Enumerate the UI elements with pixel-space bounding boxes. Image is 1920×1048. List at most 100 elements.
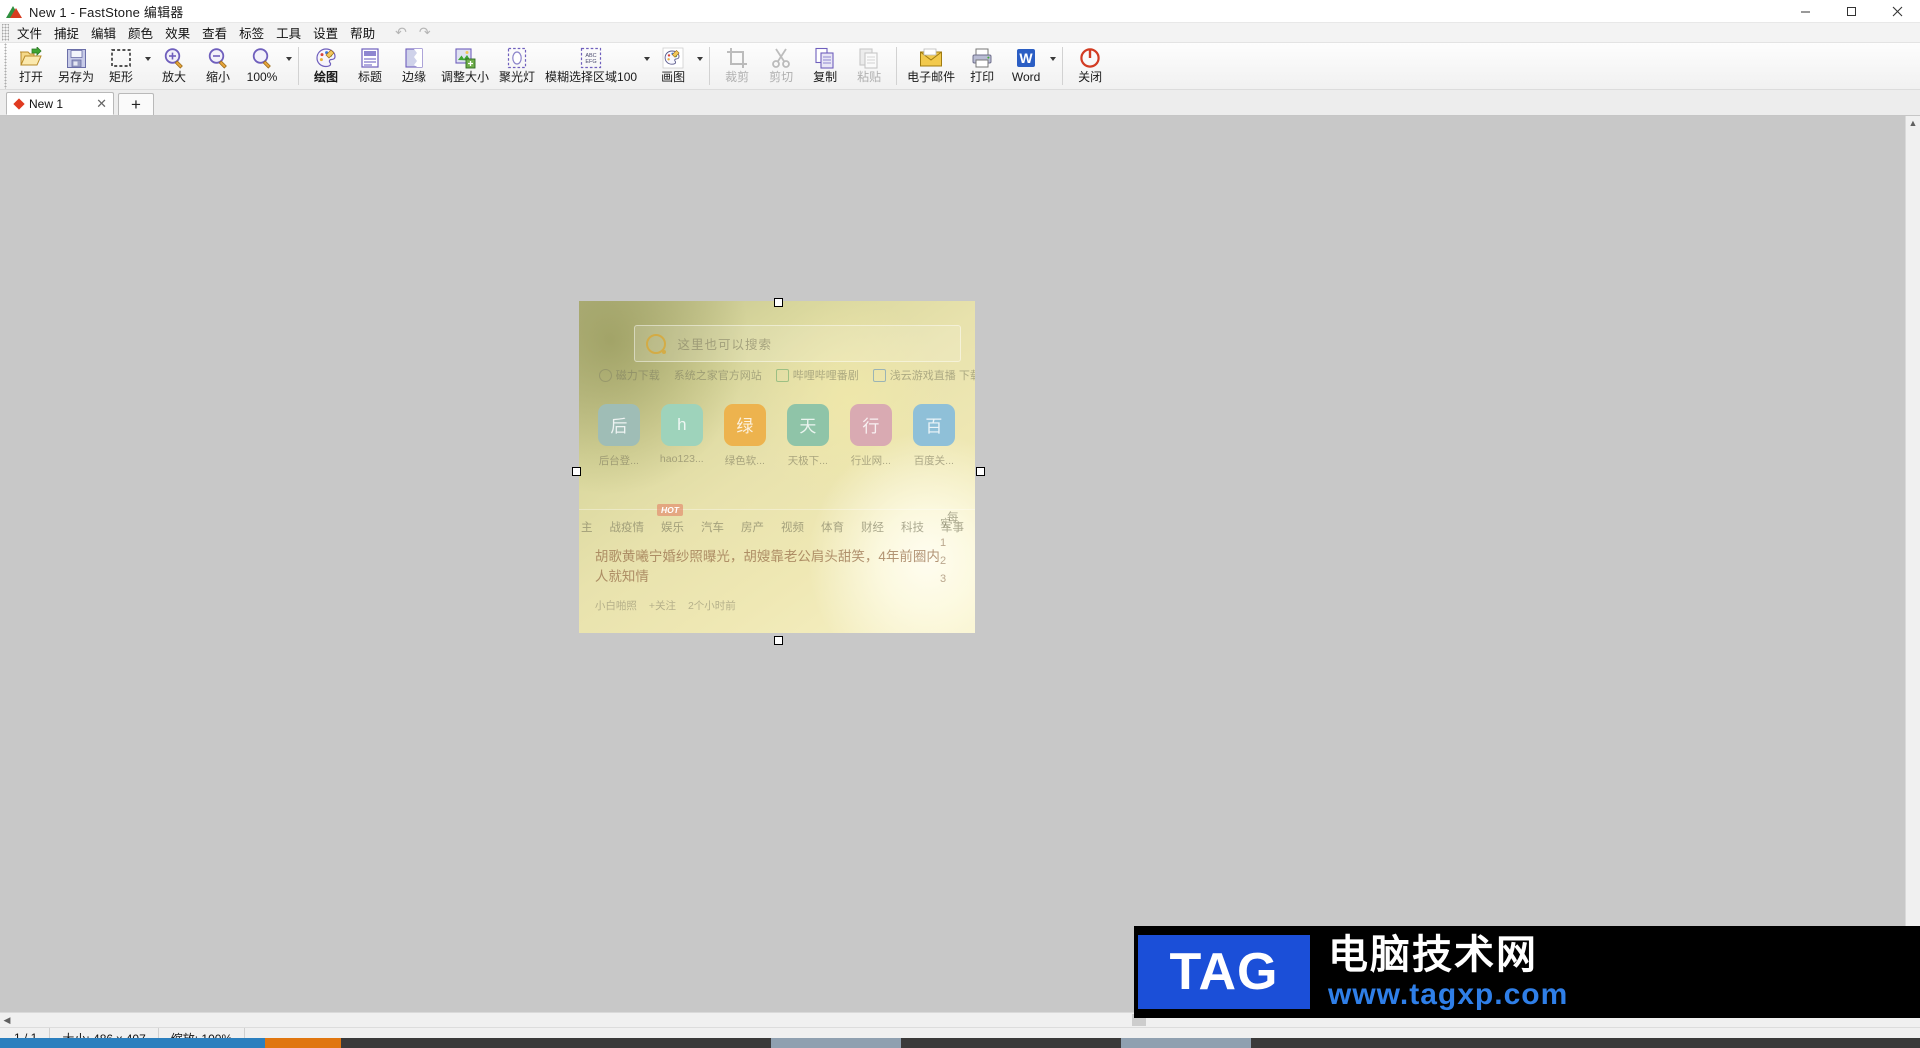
quick-link-label: 哔哩哔哩番剧 bbox=[792, 370, 859, 383]
toolbar-copy-button[interactable]: 复制 bbox=[803, 43, 847, 89]
toolbar-grip-icon[interactable] bbox=[2, 43, 9, 89]
menu-tools[interactable]: 工具 bbox=[270, 22, 307, 43]
watermark-site-url: www.tagxp.com bbox=[1328, 978, 1569, 1011]
redo-icon[interactable]: ↷ bbox=[419, 24, 431, 41]
faststone-logo-icon bbox=[6, 3, 22, 19]
nav-item[interactable]: 主 bbox=[581, 519, 593, 535]
toolbar-label: 另存为 bbox=[58, 70, 95, 84]
nav-item[interactable]: 财经 bbox=[861, 519, 884, 535]
toolbar-open-button[interactable]: 打开 bbox=[9, 43, 53, 89]
main-toolbar: 打开 另存为 矩形 放大 缩小 100% 绘图 标题 边缘 调整大小 聚光灯 A… bbox=[0, 43, 1920, 90]
quick-link-gamelive[interactable]: 浅云游戏直播 下载 bbox=[872, 367, 975, 383]
tile-label: 百度关... bbox=[913, 454, 954, 467]
menu-help[interactable]: 帮助 bbox=[344, 22, 381, 43]
menu-file[interactable]: 文件 bbox=[11, 22, 48, 43]
edge-effect-icon bbox=[404, 46, 424, 70]
toolbar-draw-button[interactable]: 绘图 bbox=[304, 43, 348, 89]
toolbar-print-button[interactable]: 打印 bbox=[960, 43, 1004, 89]
browser-homepage-screenshot: 这里也可以搜索 磁力下载 系统之家官方网站 哔哩哔哩番剧 浅云游戏直播 下载 后… bbox=[579, 301, 975, 633]
shortcut-tile[interactable]: 后 后台登... bbox=[595, 403, 643, 468]
maximize-button[interactable] bbox=[1828, 0, 1874, 22]
undo-icon[interactable]: ↶ bbox=[395, 24, 407, 41]
tab-close-icon[interactable]: ✕ bbox=[96, 96, 107, 112]
toolbar-resize-button[interactable]: 调整大小 bbox=[436, 43, 494, 89]
toolbar-email-button[interactable]: 电子邮件 bbox=[902, 43, 960, 89]
vertical-scrollbar[interactable]: ▲ bbox=[1905, 116, 1920, 1013]
scroll-up-arrow-icon[interactable]: ▲ bbox=[1909, 116, 1918, 130]
nav-item-hot[interactable]: HOT 娱乐 bbox=[657, 503, 684, 535]
selection-handle-left[interactable] bbox=[572, 467, 581, 476]
news-headline[interactable]: 胡歌黄曦宁婚纱照曝光，胡嫂靠老公肩头甜笑，4年前圈内人就知情 bbox=[595, 547, 943, 587]
nav-item: 娱乐 bbox=[661, 521, 684, 534]
draw-palette-icon bbox=[315, 46, 337, 70]
menu-edit[interactable]: 编辑 bbox=[85, 22, 122, 43]
quick-link-xtzj[interactable]: 系统之家官方网站 bbox=[674, 367, 762, 383]
shortcut-tile[interactable]: 行 行业网... bbox=[847, 403, 895, 468]
menu-settings[interactable]: 设置 bbox=[307, 22, 344, 43]
shortcut-tile[interactable]: 绿 绿色软... bbox=[721, 403, 769, 468]
edited-image[interactable]: 这里也可以搜索 磁力下载 系统之家官方网站 哔哩哔哩番剧 浅云游戏直播 下载 后… bbox=[579, 301, 975, 633]
shortcut-tile[interactable]: 天 天极下... bbox=[784, 403, 832, 468]
quick-link-magnet[interactable]: 磁力下载 bbox=[598, 367, 660, 383]
spotlight-icon bbox=[507, 46, 527, 70]
toolbar-paint-button[interactable]: 画图 bbox=[651, 43, 695, 89]
menu-effects[interactable]: 效果 bbox=[159, 22, 196, 43]
tab-new-1[interactable]: New 1 ✕ bbox=[6, 92, 114, 115]
toolbar-rectangle-select-button[interactable]: 矩形 bbox=[99, 43, 143, 89]
watermark-tag-box: TAG bbox=[1138, 935, 1310, 1009]
toolbar-close-button[interactable]: 关闭 bbox=[1068, 43, 1112, 89]
toolbar-label: 打开 bbox=[18, 70, 43, 84]
minimize-button[interactable] bbox=[1782, 0, 1828, 22]
toolbar-label: 缩小 bbox=[206, 70, 231, 84]
toolbar-spotlight-button[interactable]: 聚光灯 bbox=[494, 43, 540, 89]
homepage-search-box[interactable]: 这里也可以搜索 bbox=[634, 325, 962, 363]
tab-label: New 1 bbox=[29, 96, 64, 111]
nav-item[interactable]: 战疫情 bbox=[610, 519, 645, 535]
new-tab-button[interactable]: + bbox=[118, 93, 154, 115]
magnet-circle-icon bbox=[598, 368, 612, 382]
toolbar-blur-region-button[interactable]: ABC EFG 模糊选择区域100 bbox=[540, 43, 642, 89]
zoom-dropdown-arrow-icon[interactable] bbox=[284, 43, 293, 89]
tile-glyph: 百 bbox=[912, 403, 955, 446]
toolbar-zoom-in-button[interactable]: 放大 bbox=[152, 43, 196, 89]
nav-item[interactable]: 视频 bbox=[781, 519, 804, 535]
toolbar-zoom-out-button[interactable]: 缩小 bbox=[196, 43, 240, 89]
blur-dropdown-arrow-icon[interactable] bbox=[642, 43, 651, 89]
nav-more[interactable]: 每 bbox=[947, 509, 973, 525]
nav-item[interactable]: 体育 bbox=[821, 519, 844, 535]
blur-region-icon: ABC EFG bbox=[580, 46, 602, 70]
quick-link-bilibili[interactable]: 哔哩哔哩番剧 bbox=[775, 367, 859, 383]
toolbar-word-button[interactable]: W Word bbox=[1004, 43, 1048, 89]
toolbar-zoom-actual-button[interactable]: 100% bbox=[240, 43, 284, 89]
menu-view[interactable]: 查看 bbox=[196, 22, 233, 43]
quick-link-label: 磁力下载 bbox=[615, 370, 660, 383]
toolbar-edge-button[interactable]: 边缘 bbox=[392, 43, 436, 89]
bilibili-tv-icon bbox=[775, 368, 789, 382]
shortcut-tile[interactable]: h hao123... bbox=[658, 403, 706, 468]
close-button[interactable] bbox=[1874, 0, 1920, 22]
menu-color[interactable]: 颜色 bbox=[122, 22, 159, 43]
selection-handle-top[interactable] bbox=[774, 298, 783, 307]
toolbar-paste-button[interactable]: 粘贴 bbox=[847, 43, 891, 89]
menu-tags[interactable]: 标签 bbox=[233, 22, 270, 43]
toolbar-cut-button[interactable]: 剪切 bbox=[759, 43, 803, 89]
word-dropdown-arrow-icon[interactable] bbox=[1048, 43, 1057, 89]
scroll-left-arrow-icon[interactable]: ◀ bbox=[0, 1015, 14, 1025]
nav-item[interactable]: 房产 bbox=[741, 519, 764, 535]
byline-follow[interactable]: +关注 bbox=[649, 598, 676, 613]
selection-handle-right[interactable] bbox=[976, 467, 985, 476]
menu-capture[interactable]: 捕捉 bbox=[48, 22, 85, 43]
rectangle-dropdown-arrow-icon[interactable] bbox=[143, 43, 152, 89]
selection-handle-bottom[interactable] bbox=[774, 636, 783, 645]
nav-item[interactable]: 汽车 bbox=[701, 519, 724, 535]
tile-label: 行业网... bbox=[850, 454, 891, 467]
menu-grip-icon[interactable] bbox=[2, 24, 9, 41]
shortcut-tile[interactable]: 百 百度关... bbox=[910, 403, 958, 468]
image-canvas-area[interactable]: 这里也可以搜索 磁力下载 系统之家官方网站 哔哩哔哩番剧 浅云游戏直播 下载 后… bbox=[0, 116, 1920, 1027]
toolbar-crop-button[interactable]: 裁剪 bbox=[715, 43, 759, 89]
paint-icon bbox=[662, 46, 684, 70]
nav-item[interactable]: 科技 bbox=[901, 519, 924, 535]
paint-dropdown-arrow-icon[interactable] bbox=[695, 43, 704, 89]
toolbar-saveas-button[interactable]: 另存为 bbox=[53, 43, 99, 89]
toolbar-caption-button[interactable]: 标题 bbox=[348, 43, 392, 89]
